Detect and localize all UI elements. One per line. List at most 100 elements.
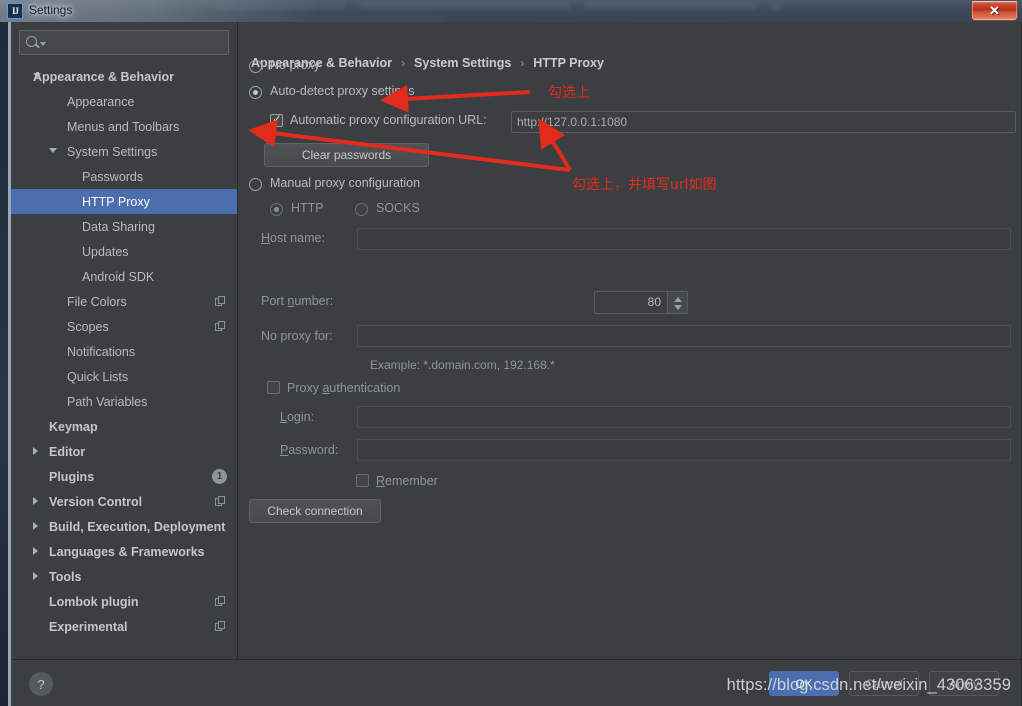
checkbox-proxy-authentication[interactable] — [267, 381, 280, 394]
close-glyph: ✕ — [989, 2, 1000, 18]
label-auto-detect-proxy[interactable]: Auto-detect proxy settings — [270, 84, 415, 98]
sidebar-item-lombok-plugin[interactable]: Lombok plugin — [11, 589, 237, 614]
label-host-name: Host name: — [261, 231, 325, 245]
chevron-right-icon[interactable] — [33, 572, 38, 580]
sidebar-item-label: Android SDK — [82, 269, 155, 284]
window-title: Settings — [29, 3, 73, 17]
input-port-number[interactable]: 80 — [594, 291, 667, 314]
sidebar-item-quick-lists[interactable]: Quick Lists — [11, 364, 237, 389]
sidebar-item-version-control[interactable]: Version Control — [11, 489, 237, 514]
sidebar-item-passwords[interactable]: Passwords — [11, 164, 237, 189]
label-manual-proxy-configuration[interactable]: Manual proxy configuration — [270, 176, 420, 190]
sidebar-item-label: System Settings — [67, 144, 158, 159]
sidebar-item-tools[interactable]: Tools — [11, 564, 237, 589]
sidebar-item-http-proxy[interactable]: HTTP Proxy — [11, 189, 237, 214]
input-host-name[interactable] — [357, 228, 1011, 250]
sidebar-item-label: Scopes — [67, 319, 109, 334]
search-area — [11, 22, 237, 59]
label-http[interactable]: HTTP — [291, 201, 324, 215]
dialog-footer: ? OK Cancel Apply — [11, 659, 1021, 706]
breadcrumb-separator-2: › — [520, 56, 525, 70]
breadcrumb-part-3: HTTP Proxy — [533, 56, 604, 70]
radio-http[interactable] — [270, 203, 283, 216]
settings-window: IJ Settings ✕ Appearance & Behavior Appea… — [0, 0, 1022, 706]
label-port-number: Port number: — [261, 294, 334, 308]
checkbox-remember[interactable] — [356, 474, 369, 487]
close-icon[interactable]: ✕ — [971, 1, 1018, 21]
check-connection-button[interactable]: Check connection — [249, 499, 381, 523]
label-no-proxy[interactable]: No proxy — [270, 58, 320, 72]
input-password[interactable] — [357, 439, 1011, 461]
input-no-proxy-for[interactable] — [357, 325, 1011, 347]
radio-manual-proxy-configuration[interactable] — [249, 178, 262, 191]
sidebar-item-label: Passwords — [82, 169, 144, 184]
settings-tree[interactable]: Appearance & Behavior Appearance Menus and… — [11, 64, 237, 659]
chevron-right-icon[interactable] — [33, 447, 38, 455]
intellij-idea-icon: IJ — [7, 3, 23, 19]
sidebar-item-appearance[interactable]: Appearance — [11, 89, 237, 114]
sidebar-item-appearance-behavior[interactable]: Appearance & Behavior — [11, 64, 237, 89]
copy-icon — [215, 621, 226, 632]
sidebar-item-file-colors[interactable]: File Colors — [11, 289, 237, 314]
label-socks[interactable]: SOCKS — [376, 201, 420, 215]
sidebar-item-menus-and-toolbars[interactable]: Menus and Toolbars — [11, 114, 237, 139]
chevron-right-icon[interactable] — [33, 522, 38, 530]
search-box[interactable] — [19, 30, 229, 55]
stepper-up-icon[interactable] — [674, 297, 682, 302]
clear-passwords-button[interactable]: Clear passwords — [264, 143, 429, 167]
chevron-down-icon[interactable] — [49, 148, 57, 153]
sidebar-item-languages-frameworks[interactable]: Languages & Frameworks — [11, 539, 237, 564]
radio-auto-detect-proxy[interactable] — [249, 86, 262, 99]
sidebar-item-label: Appearance — [67, 94, 135, 109]
breadcrumb-part-2[interactable]: System Settings — [414, 56, 511, 70]
chevron-right-icon[interactable] — [33, 497, 38, 505]
sidebar-item-editor[interactable]: Editor — [11, 439, 237, 464]
sidebar-item-notifications[interactable]: Notifications — [11, 339, 237, 364]
sidebar-item-label: Notifications — [67, 344, 136, 359]
sidebar-item-label: Lombok plugin — [49, 594, 139, 609]
chevron-down-icon[interactable] — [40, 42, 46, 46]
radio-socks[interactable] — [355, 203, 368, 216]
sidebar-item-data-sharing[interactable]: Data Sharing — [11, 214, 237, 239]
text-no-proxy-example: Example: *.domain.com, 192.168.* — [370, 358, 555, 372]
cancel-button[interactable]: Cancel — [849, 671, 919, 696]
sidebar-item-build-execution-deployment[interactable]: Build, Execution, Deployment — [11, 514, 237, 539]
label-login: Login: — [280, 410, 315, 424]
sidebar-item-experimental[interactable]: Experimental — [11, 614, 237, 639]
sidebar-item-keymap[interactable]: Keymap — [11, 414, 237, 439]
sidebar-item-label: Experimental — [49, 619, 128, 634]
sidebar-item-label: Updates — [82, 244, 129, 259]
help-button[interactable]: ? — [29, 672, 53, 696]
copy-icon — [215, 596, 226, 607]
copy-icon — [215, 296, 226, 307]
label-no-proxy-for: No proxy for: — [261, 329, 333, 343]
chevron-right-icon[interactable] — [33, 547, 38, 555]
sidebar-item-badge: 1 — [212, 469, 227, 484]
apply-button[interactable]: Apply — [929, 671, 999, 696]
sidebar-item-label: Menus and Toolbars — [67, 119, 180, 134]
search-input[interactable] — [48, 31, 224, 54]
port-number-stepper[interactable]: 80 — [594, 291, 689, 314]
stepper-down-icon[interactable] — [674, 305, 682, 310]
stepper-arrows[interactable] — [667, 291, 688, 314]
sidebar-item-label: HTTP Proxy — [82, 194, 150, 209]
label-password: Password: — [280, 443, 339, 457]
sidebar-item-label: Editor — [49, 444, 86, 459]
sidebar-item-android-sdk[interactable]: Android SDK — [11, 264, 237, 289]
settings-sidebar: Appearance & Behavior Appearance Menus and… — [11, 22, 238, 659]
input-login[interactable] — [357, 406, 1011, 428]
label-proxy-authentication: Proxy authentication — [287, 381, 401, 395]
sidebar-item-label: Tools — [49, 569, 82, 584]
sidebar-item-label: File Colors — [67, 294, 127, 309]
checkbox-automatic-proxy-configuration-url[interactable] — [270, 112, 283, 127]
sidebar-item-label: Languages & Frameworks — [49, 544, 205, 559]
sidebar-item-system-settings[interactable]: System Settings — [11, 139, 237, 164]
sidebar-item-updates[interactable]: Updates — [11, 239, 237, 264]
input-automatic-proxy-configuration-url[interactable]: http://127.0.0.1:1080 — [511, 111, 1016, 133]
sidebar-item-path-variables[interactable]: Path Variables — [11, 389, 237, 414]
ok-button[interactable]: OK — [769, 671, 839, 696]
sidebar-item-plugins[interactable]: Plugins 1 — [11, 464, 237, 489]
radio-no-proxy[interactable] — [249, 60, 262, 73]
sidebar-item-scopes[interactable]: Scopes — [11, 314, 237, 339]
label-automatic-proxy-configuration-url[interactable]: Automatic proxy configuration URL: — [290, 113, 487, 127]
